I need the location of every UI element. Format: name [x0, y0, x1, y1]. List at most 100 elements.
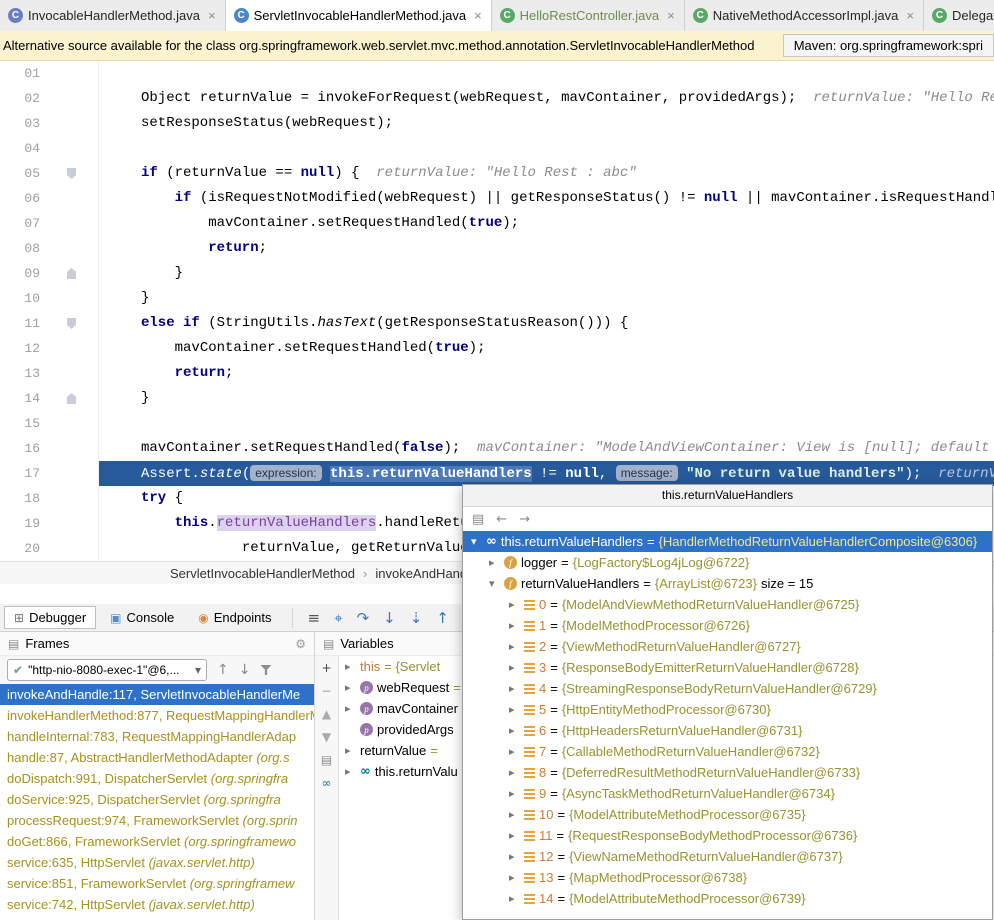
code-text[interactable]: }	[99, 386, 994, 411]
popup-variable-row[interactable]: ▸flogger = {LogFactory$Log4jLog@6722}	[463, 552, 992, 573]
editor-tab[interactable]: CNativeMethodAccessorImpl.java×	[685, 0, 924, 31]
code-text[interactable]: mavContainer.setRequestHandled(true);	[99, 211, 994, 236]
expand-chevron-icon[interactable]: ▸	[345, 744, 356, 757]
editor-gutter[interactable]: 16	[0, 436, 99, 461]
thread-selector[interactable]: ✔ "http-nio-8080-exec-1"@6,... ▾	[7, 659, 207, 681]
code-text[interactable]: Assert.state(expression: this.returnValu…	[99, 461, 994, 486]
stack-frame[interactable]: handleInternal:783, RequestMappingHandle…	[0, 726, 314, 747]
expand-chevron-icon[interactable]: ▸	[345, 765, 356, 778]
editor-tab[interactable]: CServletInvocableHandlerMethod.java×	[226, 0, 492, 31]
popup-variable-row[interactable]: ▸8 = {DeferredResultMethodReturnValueHan…	[463, 762, 992, 783]
step-into-icon[interactable]: ↓	[383, 609, 396, 627]
code-text[interactable]: setResponseStatus(webRequest);	[99, 111, 994, 136]
editor-gutter[interactable]: 13	[0, 361, 99, 386]
code-text[interactable]	[99, 61, 994, 86]
filter-icon[interactable]	[260, 665, 271, 675]
expand-chevron-icon[interactable]: ▸	[509, 682, 520, 695]
popup-variable-row[interactable]: ▸5 = {HttpEntityMethodProcessor@6730}	[463, 699, 992, 720]
code-text[interactable]: else if (StringUtils.hasText(getResponse…	[99, 311, 994, 336]
expand-chevron-icon[interactable]: ▸	[509, 619, 520, 632]
expand-chevron-icon[interactable]: ▸	[509, 766, 520, 779]
duplicate-watch-icon[interactable]: ▤	[321, 753, 332, 767]
step-over-icon[interactable]: ↷	[357, 609, 370, 627]
editor-gutter[interactable]: 04	[0, 136, 99, 161]
expand-chevron-icon[interactable]: ▸	[509, 640, 520, 653]
popup-variable-row[interactable]: ▸0 = {ModelAndViewMethodReturnValueHandl…	[463, 594, 992, 615]
forward-icon[interactable]: →	[519, 512, 530, 527]
popup-variable-row[interactable]: ▸1 = {ModelMethodProcessor@6726}	[463, 615, 992, 636]
tab-close-icon[interactable]: ×	[667, 8, 675, 23]
stack-frame[interactable]: handle:87, AbstractHandlerMethodAdapter …	[0, 747, 314, 768]
popup-variable-row[interactable]: ▾∞this.returnValueHandlers = {HandlerMet…	[463, 531, 992, 552]
popup-variable-row[interactable]: ▸12 = {ViewNameMethodReturnValueHandler@…	[463, 846, 992, 867]
editor-gutter[interactable]: 06	[0, 186, 99, 211]
expand-chevron-icon[interactable]: ▸	[345, 702, 356, 715]
editor-gutter[interactable]: 18	[0, 486, 99, 511]
popup-variable-row[interactable]: ▸14 = {ModelAttributeMethodProcessor@673…	[463, 888, 992, 909]
tab-close-icon[interactable]: ×	[906, 8, 914, 23]
code-text[interactable]: Object returnValue = invokeForRequest(we…	[99, 86, 994, 111]
stack-frame[interactable]: doDispatch:991, DispatcherServlet (org.s…	[0, 768, 314, 789]
code-text[interactable]	[99, 411, 994, 436]
expand-chevron-icon[interactable]: ▸	[345, 660, 356, 673]
code-text[interactable]: mavContainer.setRequestHandled(false); m…	[99, 436, 994, 461]
editor-gutter[interactable]: 20	[0, 536, 99, 561]
expand-chevron-icon[interactable]: ▸	[509, 850, 520, 863]
breadcrumb-class[interactable]: ServletInvocableHandlerMethod	[170, 566, 355, 581]
editor-gutter[interactable]: 11	[0, 311, 99, 336]
popup-variable-row[interactable]: ▸6 = {HttpHeadersReturnValueHandler@6731…	[463, 720, 992, 741]
tool-tab-debugger[interactable]: ⊞Debugger	[4, 606, 96, 629]
stack-frame[interactable]: invokeAndHandle:117, ServletInvocableHan…	[0, 684, 314, 705]
fold-end-icon[interactable]	[67, 393, 76, 404]
expand-chevron-icon[interactable]: ▸	[509, 745, 520, 758]
expand-chevron-icon[interactable]: ▸	[509, 787, 520, 800]
expand-chevron-icon[interactable]: ▸	[345, 681, 356, 694]
code-text[interactable]: if (returnValue == null) { returnValue: …	[99, 161, 994, 186]
stack-frame[interactable]: processRequest:974, FrameworkServlet (or…	[0, 810, 314, 831]
force-step-into-icon[interactable]: ⇣	[410, 609, 423, 627]
expand-chevron-icon[interactable]: ▾	[489, 577, 500, 590]
popup-variable-row[interactable]: ▸11 = {RequestResponseBodyMethodProcesso…	[463, 825, 992, 846]
stack-frame[interactable]: service:742, HttpServlet (javax.servlet.…	[0, 894, 314, 915]
layout-icon[interactable]: ≡	[308, 609, 321, 627]
popup-variable-row[interactable]: ▸7 = {CallableMethodReturnValueHandler@6…	[463, 741, 992, 762]
banner-action-button[interactable]: Maven: org.springframework:spri	[783, 34, 994, 57]
expand-chevron-icon[interactable]: ▸	[509, 808, 520, 821]
editor-gutter[interactable]: 07	[0, 211, 99, 236]
move-watch-up-icon[interactable]: ▲	[322, 707, 331, 721]
expand-chevron-icon[interactable]: ▾	[471, 535, 482, 548]
popup-variable-row[interactable]: ▸13 = {MapMethodProcessor@6738}	[463, 867, 992, 888]
evaluate-expression-icon[interactable]: ∞	[322, 776, 332, 790]
copy-value-icon[interactable]: ▤	[472, 512, 484, 527]
editor-gutter[interactable]: 14	[0, 386, 99, 411]
tool-tab-endpoints[interactable]: ◉Endpoints	[188, 606, 281, 629]
editor-gutter[interactable]: 10	[0, 286, 99, 311]
code-text[interactable]: if (isRequestNotModified(webRequest) || …	[99, 186, 994, 211]
code-text[interactable]: }	[99, 286, 994, 311]
tool-tab-console[interactable]: ▣Console	[100, 606, 184, 629]
expand-chevron-icon[interactable]: ▸	[509, 661, 520, 674]
next-frame-icon[interactable]: ↓	[239, 662, 251, 678]
popup-variable-row[interactable]: ▸2 = {ViewMethodReturnValueHandler@6727}	[463, 636, 992, 657]
back-icon[interactable]: ←	[496, 512, 507, 527]
editor-gutter[interactable]: 01	[0, 61, 99, 86]
popup-variable-row[interactable]: ▾freturnValueHandlers = {ArrayList@6723}…	[463, 573, 992, 594]
popup-title[interactable]: this.returnValueHandlers	[463, 485, 992, 507]
editor-gutter[interactable]: 02	[0, 86, 99, 111]
expand-chevron-icon[interactable]: ▸	[489, 556, 500, 569]
previous-frame-icon[interactable]: ↑	[217, 662, 229, 678]
editor-gutter[interactable]: 12	[0, 336, 99, 361]
editor-tab[interactable]: CInvocableHandlerMethod.java×	[0, 0, 226, 31]
show-execution-point-icon[interactable]: ⌖	[334, 609, 342, 627]
expand-chevron-icon[interactable]: ▸	[509, 598, 520, 611]
expand-chevron-icon[interactable]: ▸	[509, 829, 520, 842]
editor-gutter[interactable]: 15	[0, 411, 99, 436]
code-text[interactable]	[99, 136, 994, 161]
popup-variable-row[interactable]: ▸9 = {AsyncTaskMethodReturnValueHandler@…	[463, 783, 992, 804]
code-text[interactable]: }	[99, 261, 994, 286]
editor-gutter[interactable]: 19	[0, 511, 99, 536]
frames-options-icon[interactable]: ⚙	[295, 637, 306, 651]
editor-gutter[interactable]: 05	[0, 161, 99, 186]
stack-frame[interactable]: service:851, FrameworkServlet (org.sprin…	[0, 873, 314, 894]
popup-variable-row[interactable]: ▸4 = {StreamingResponseBodyReturnValueHa…	[463, 678, 992, 699]
